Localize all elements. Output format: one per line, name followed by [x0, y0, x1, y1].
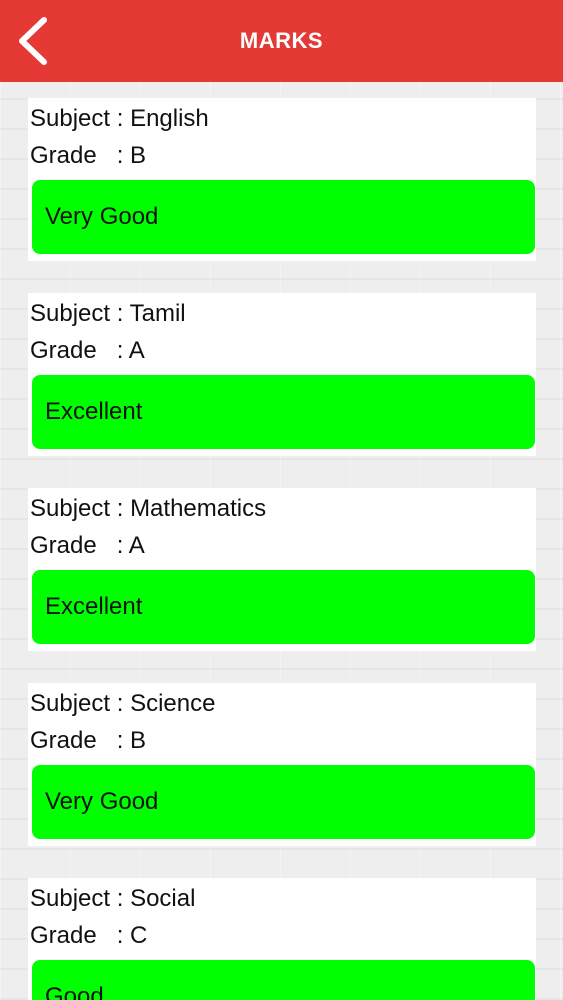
app-header: MARKS: [0, 0, 563, 82]
subject-row: Subject : Tamil: [30, 299, 186, 329]
grade-row: Grade : A: [30, 531, 145, 561]
subject-row: Subject : Mathematics: [30, 494, 266, 524]
grade-label: Grade :: [30, 727, 131, 754]
mark-card: Subject : Science Grade : B Very Good: [28, 683, 536, 846]
mark-card: Subject : Social Grade : C Good: [28, 878, 536, 1000]
grade-label: Grade :: [30, 142, 131, 169]
subject-label: Subject :: [30, 105, 131, 132]
subject-label: Subject :: [30, 885, 131, 912]
grade-row: Grade : A: [30, 336, 145, 366]
grade-label: Grade :: [30, 337, 129, 364]
subject-value: Tamil: [129, 300, 186, 327]
grade-label: Grade :: [30, 922, 131, 949]
mark-card: Subject : Mathematics Grade : A Excellen…: [28, 488, 536, 651]
grade-row: Grade : C: [30, 921, 147, 951]
subject-label: Subject :: [30, 300, 130, 327]
chevron-left-icon: [19, 17, 47, 65]
subject-row: Subject : Social: [30, 884, 195, 914]
remark-box[interactable]: Good: [32, 960, 535, 1000]
mark-card: Subject : English Grade : B Very Good: [28, 98, 536, 261]
subject-value: English: [130, 105, 209, 132]
subject-value: Social: [130, 885, 196, 912]
grade-row: Grade : B: [30, 726, 146, 756]
subject-value: Science: [130, 690, 216, 717]
grade-row: Grade : B: [30, 141, 146, 171]
page-title: MARKS: [239, 28, 324, 53]
grade-value: A: [128, 532, 145, 559]
grade-value: C: [130, 922, 148, 949]
mark-card: Subject : Tamil Grade : A Excellent: [28, 293, 536, 456]
remark-box[interactable]: Very Good: [32, 765, 535, 839]
grade-label: Grade :: [30, 532, 129, 559]
remark-box[interactable]: Excellent: [32, 375, 535, 449]
subject-label: Subject :: [30, 495, 131, 522]
subject-row: Subject : English: [30, 104, 209, 134]
remark-box[interactable]: Very Good: [32, 180, 535, 254]
grade-value: B: [130, 142, 147, 169]
back-button[interactable]: [8, 12, 58, 70]
remark-box[interactable]: Excellent: [32, 570, 535, 644]
subject-row: Subject : Science: [30, 689, 215, 719]
grade-value: B: [130, 727, 147, 754]
grade-value: A: [128, 337, 145, 364]
subject-value: Mathematics: [130, 495, 267, 522]
marks-list[interactable]: Subject : English Grade : B Very Good Su…: [0, 82, 563, 1000]
subject-label: Subject :: [30, 690, 131, 717]
